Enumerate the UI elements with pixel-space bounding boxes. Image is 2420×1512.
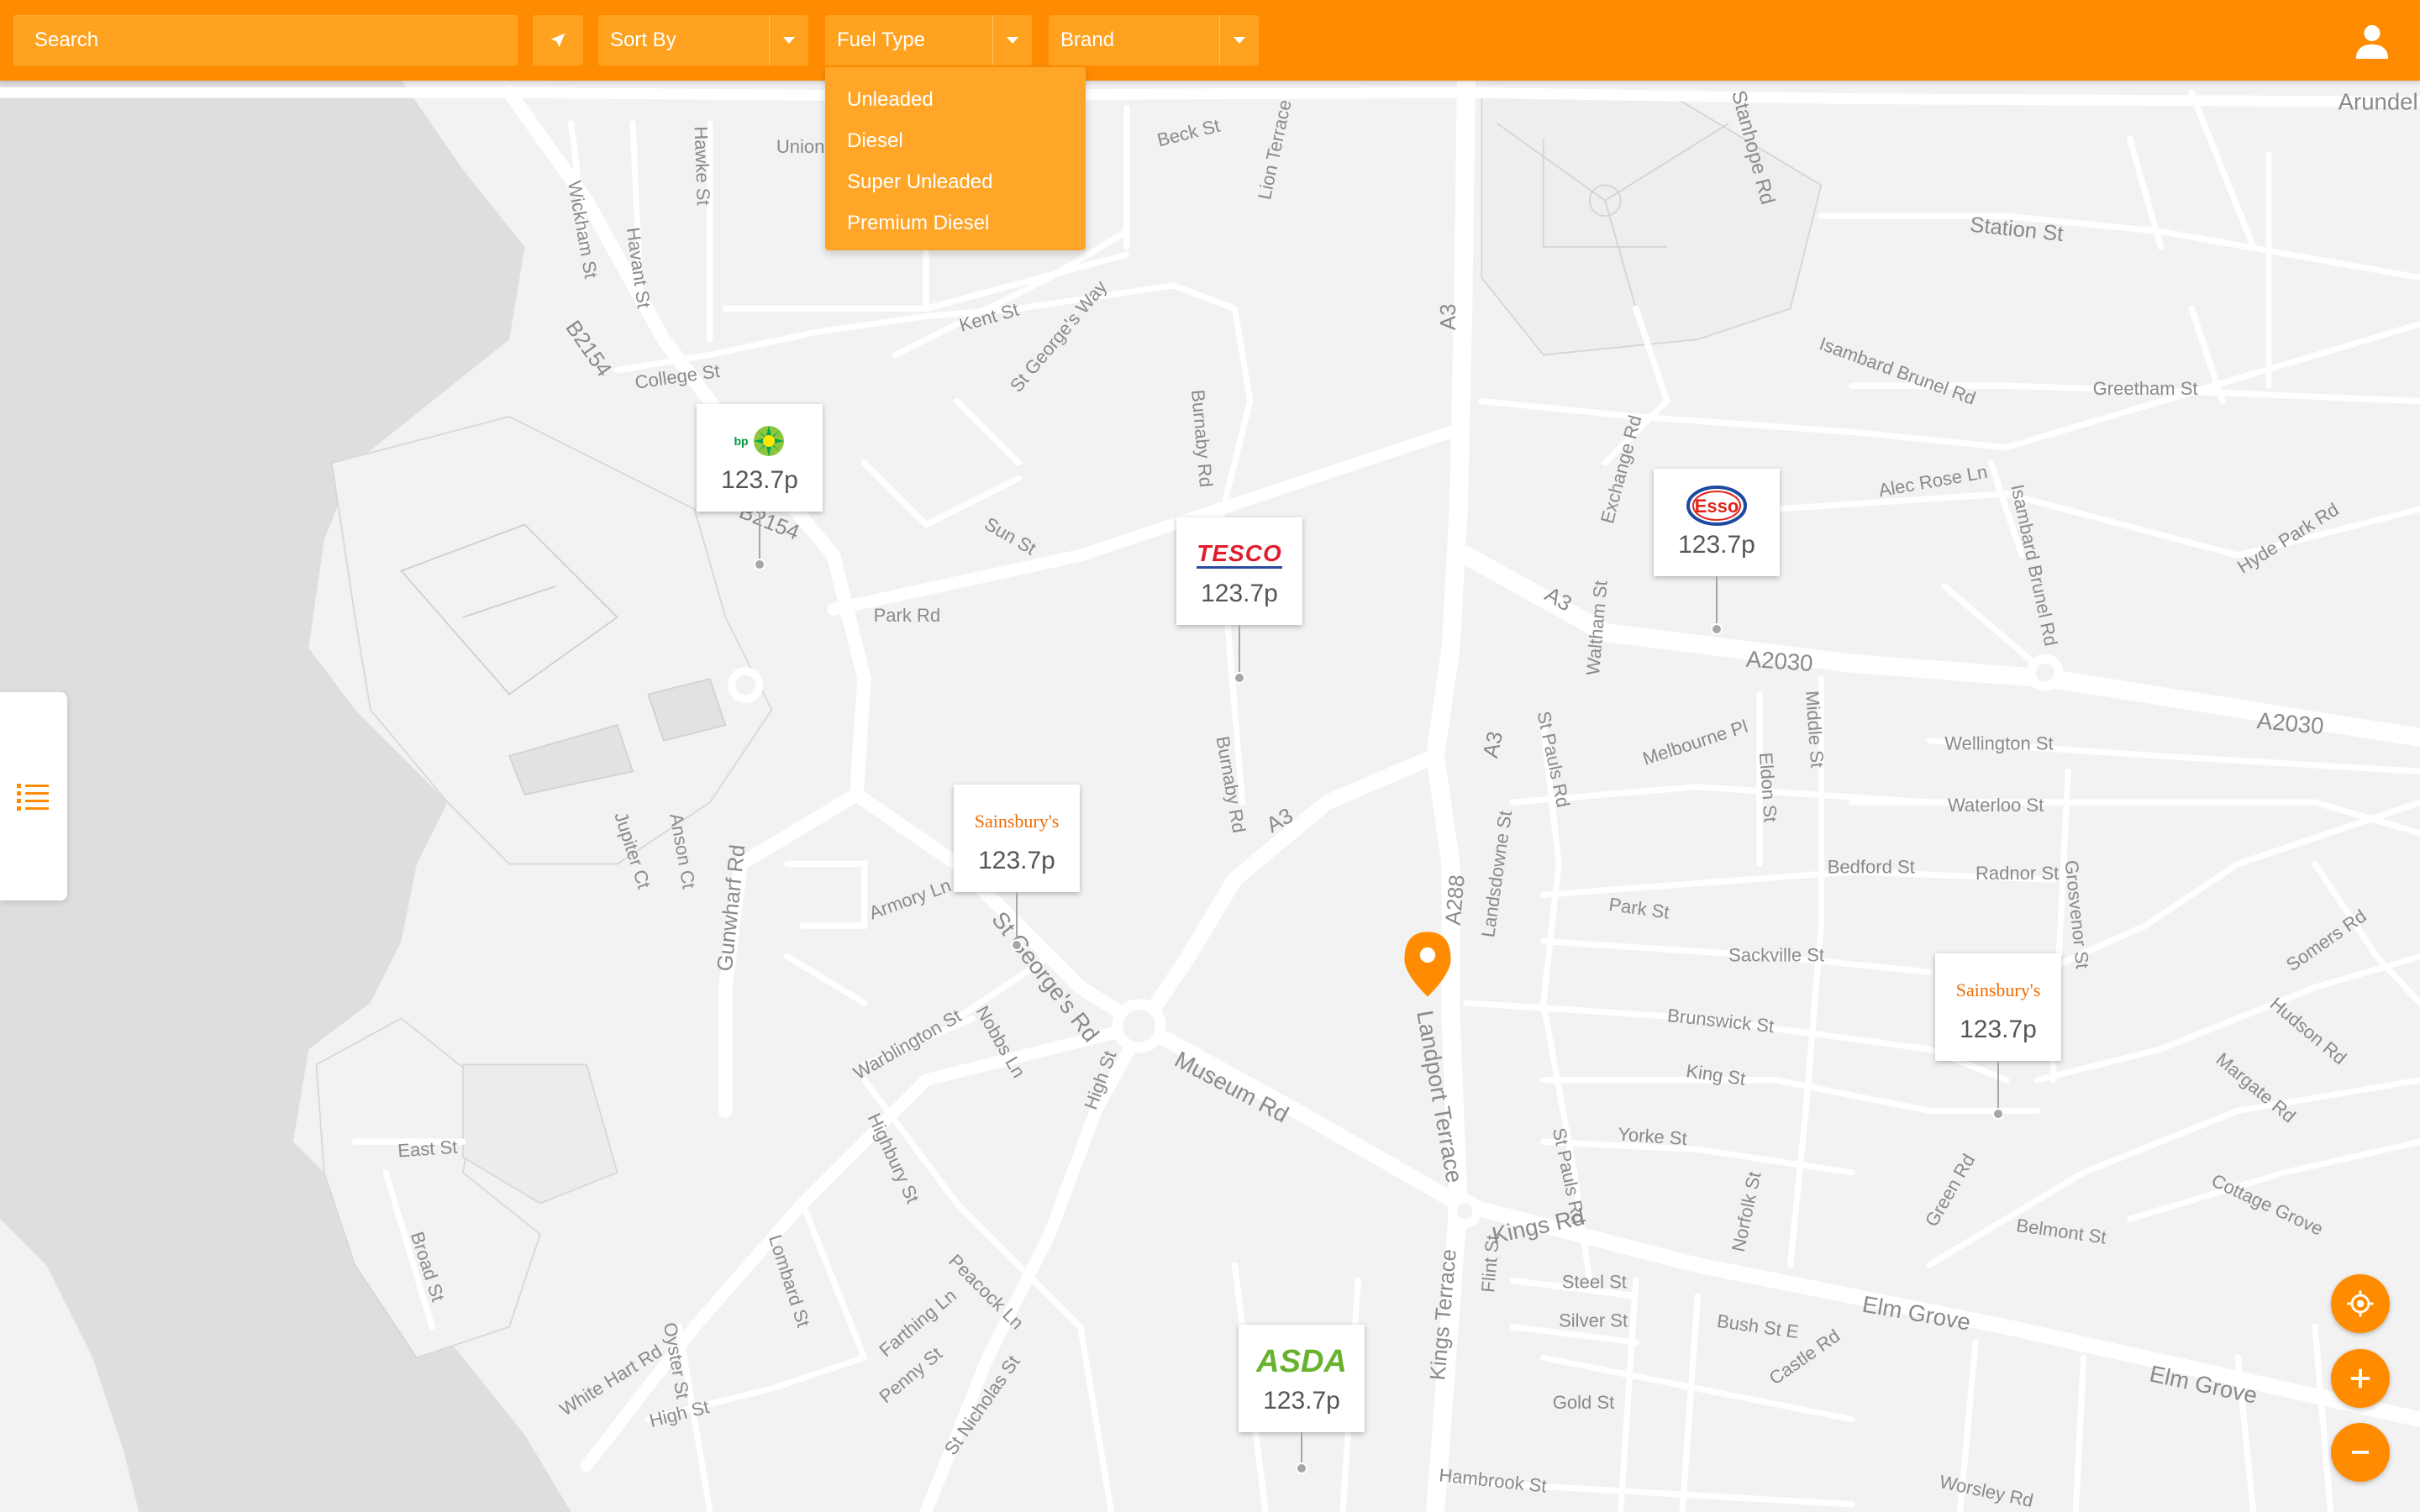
station-marker-tesco[interactable]: TESCO 123.7p [1176,517,1302,684]
fuel-type-select[interactable]: Fuel Type [825,15,1032,66]
fuel-price: 123.7p [1678,531,1755,559]
minus-icon [2352,1451,2369,1454]
brand-logo-text: Esso [1695,496,1739,517]
marker-stem [1716,576,1718,627]
fuel-price: 123.7p [721,466,798,494]
station-card[interactable]: bp 123.7p [697,404,823,512]
street-label: Union [776,136,825,157]
brand-logo-text: TESCO [1197,540,1282,569]
fuel-price: 123.7p [1263,1387,1340,1415]
fuel-type-label: Fuel Type [837,29,925,51]
fuel-type-dropdown-menu: Unleaded Diesel Super Unleaded Premium D… [825,67,1086,250]
street-label: East St [397,1137,458,1162]
esso-logo: Esso [1686,486,1747,526]
street-label: Park Rd [874,605,941,626]
crosshair-icon [2347,1290,2374,1317]
street-label: A2030 [1745,646,1814,676]
brand-logo: Sainsbury's [1956,970,2041,1011]
brand-logo-text: bp [734,434,749,448]
station-list-toggle[interactable] [0,692,67,900]
marker-stem [1016,892,1018,942]
brand-logo-text: Sainsbury's [1955,979,2041,1000]
street-label: A3 [1437,304,1460,330]
marker-point [1011,939,1023,951]
sort-by-label: Sort By [610,29,676,51]
chevron-down-icon [1219,15,1259,66]
chevron-down-icon [992,15,1032,66]
search-input[interactable] [13,15,518,66]
zoom-in-button[interactable] [2331,1349,2390,1408]
street-label: Gold St [1553,1392,1614,1413]
street-label: Silver St [1559,1310,1628,1331]
marker-stem [1301,1432,1302,1466]
marker-stem [759,512,760,562]
brand-logo: bp [734,421,785,461]
street-label: A288 [1442,874,1470,926]
street-label: Greetham St [2093,378,2198,399]
fuel-price: 123.7p [978,847,1055,874]
marker-point [1992,1108,2004,1120]
brand-label: Brand [1060,29,1115,51]
brand-logo-text: ASDA [1256,1343,1347,1379]
brand-logo: ASDA [1256,1341,1347,1382]
brand-logo: Esso [1686,486,1747,526]
station-card[interactable]: Sainsbury's 123.7p [1935,953,2061,1061]
fuel-option-super-unleaded[interactable]: Super Unleaded [825,161,1086,202]
marker-point [1296,1462,1307,1474]
station-marker-sainsburys[interactable]: Sainsbury's 123.7p [954,785,1080,951]
user-account-icon[interactable] [2353,24,2391,59]
chevron-down-icon [769,15,808,66]
recenter-button[interactable] [2331,1274,2390,1333]
street-label: Wellington St [1944,733,2053,754]
street-label: Hawke St [691,126,714,206]
station-marker-esso[interactable]: Esso 123.7p [1654,469,1780,635]
zoom-out-button[interactable] [2331,1423,2390,1482]
street-label: Radnor St [1975,863,2059,884]
street-label: Arundel [2338,88,2418,114]
top-toolbar: Sort By Fuel Type Brand [0,0,2420,81]
station-marker-sainsburys[interactable]: Sainsbury's 123.7p [1935,953,2061,1120]
locate-me-button[interactable] [533,15,583,66]
fuel-price: 123.7p [1201,580,1278,607]
marker-stem [1239,625,1240,675]
fuel-option-unleaded[interactable]: Unleaded [825,79,1086,120]
station-card[interactable]: Sainsbury's 123.7p [954,785,1080,892]
plus-icon [2350,1368,2370,1389]
fuel-option-diesel[interactable]: Diesel [825,120,1086,161]
street-label: Steel St [1562,1272,1627,1293]
fuel-option-premium-diesel[interactable]: Premium Diesel [825,202,1086,244]
marker-point [1711,623,1723,635]
brand-logo-text: Sainsbury's [974,811,1060,832]
navigation-arrow-icon [550,33,566,48]
fuel-price: 123.7p [1960,1016,2037,1043]
station-marker-bp[interactable]: bp 123.7p [697,404,823,570]
brand-logo: TESCO [1197,534,1282,575]
street-label: Waterloo St [1948,795,2044,816]
marker-point [754,559,765,570]
list-icon [17,784,49,811]
street-label: Bedford St [1828,857,1915,878]
sort-by-select[interactable]: Sort By [598,15,808,66]
station-card[interactable]: ASDA 123.7p [1239,1325,1365,1432]
station-card[interactable]: TESCO 123.7p [1176,517,1302,625]
station-card[interactable]: Esso 123.7p [1654,469,1780,576]
station-marker-asda[interactable]: ASDA 123.7p [1239,1325,1365,1474]
marker-stem [1997,1061,1999,1111]
street-label: Sackville St [1728,944,1824,965]
brand-logo: Sainsbury's [975,801,1060,842]
bp-helios-icon [753,426,784,456]
street-map[interactable]: Arundel Station St Stanhope Rd Union Bec… [0,0,2420,1512]
marker-point [1234,672,1245,684]
brand-select[interactable]: Brand [1049,15,1259,66]
